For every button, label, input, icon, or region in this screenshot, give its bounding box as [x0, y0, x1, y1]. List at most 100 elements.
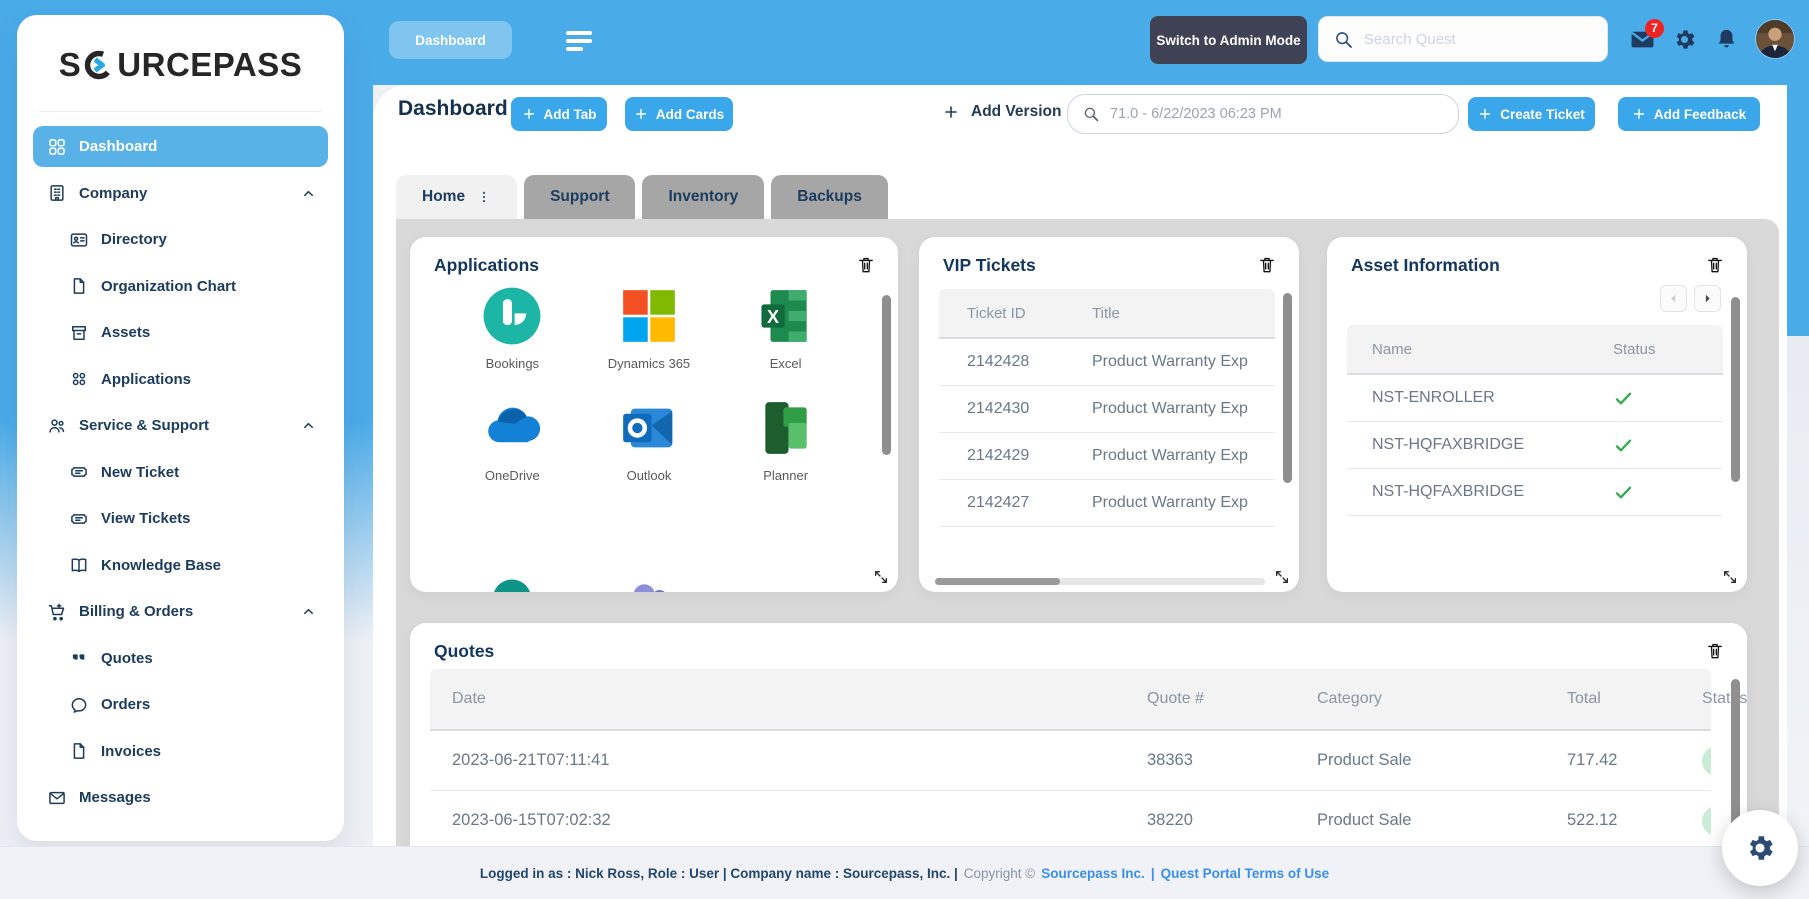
mail-icon[interactable]: 7 [1630, 18, 1664, 52]
page-prev-button[interactable] [1660, 285, 1687, 312]
dashboard-tab[interactable]: Support [524, 175, 636, 219]
switch-admin-mode-button[interactable]: Switch to Admin Mode [1150, 16, 1307, 64]
trash-icon[interactable] [856, 255, 876, 275]
dashboard-tab[interactable]: Inventory [642, 175, 765, 219]
quotes-table: Date Quote # Category Total Status 2023-… [430, 669, 1747, 846]
dashboard-tab[interactable]: Home [396, 175, 518, 219]
quote-icon [69, 648, 89, 668]
app-tile[interactable]: Dynamics 365 [581, 285, 718, 371]
resize-handle-icon[interactable] [1274, 569, 1290, 585]
sidebar-item[interactable]: Orders [33, 684, 328, 725]
current-page-chip[interactable]: Dashboard [389, 21, 512, 59]
table-row[interactable]: NST-HQFAXBRIDGE [1347, 422, 1723, 469]
sidebar-item-label: Service & Support [79, 417, 210, 434]
asset-information-card: Asset Information Name Status NST-ENROLL… [1327, 237, 1747, 592]
table-row[interactable]: 2142427 Product Warranty Exp [939, 480, 1275, 527]
vertical-scrollbar[interactable] [1283, 293, 1292, 483]
sidebar-item[interactable]: Service & Support [33, 405, 328, 446]
version-search-input[interactable] [1110, 106, 1444, 122]
resize-handle-icon[interactable] [873, 569, 889, 585]
tab-label: Inventory [668, 188, 739, 205]
teal-app-icon[interactable] [489, 568, 535, 592]
col-status: Status [1613, 340, 1656, 358]
page-next-button[interactable] [1694, 285, 1721, 312]
table-row[interactable]: 2142430 Product Warranty Exp [939, 386, 1275, 433]
page-icon [69, 741, 89, 761]
add-cards-button[interactable]: Add Cards [625, 97, 733, 131]
settings-fab[interactable] [1722, 810, 1798, 886]
app-tile[interactable]: OneDrive [444, 397, 581, 483]
col-category: Category [1317, 690, 1382, 707]
user-avatar[interactable] [1756, 20, 1794, 58]
app-tile[interactable]: Planner [717, 397, 854, 483]
add-feedback-button[interactable]: Add Feedback [1618, 97, 1760, 131]
red-app-icon[interactable] [763, 568, 809, 592]
table-row[interactable]: 2142429 Product Warranty Exp [939, 433, 1275, 480]
global-search-input[interactable] [1364, 30, 1593, 48]
table-row[interactable]: 2142428 Product Warranty Exp [939, 339, 1275, 386]
app-tile[interactable]: Bookings [444, 285, 581, 371]
vertical-scrollbar[interactable] [1731, 297, 1740, 482]
footer-segment[interactable]: Quest Portal Terms of Use [1161, 866, 1330, 881]
version-search[interactable] [1067, 94, 1459, 134]
sidebar-item[interactable]: Assets [33, 312, 328, 353]
sidebar-item[interactable]: New Ticket [33, 452, 328, 493]
vertical-scrollbar[interactable] [882, 295, 891, 455]
vip-tickets-card: VIP Tickets Ticket ID Title 2142428 Prod… [919, 237, 1299, 592]
footer-segment[interactable]: Sourcepass Inc. [1041, 866, 1145, 881]
horizontal-scrollbar[interactable] [935, 578, 1265, 585]
gear-icon[interactable] [1672, 27, 1697, 52]
sidebar-item[interactable]: Dashboard [33, 126, 328, 167]
check-icon [1613, 435, 1634, 456]
trash-icon[interactable] [1705, 641, 1725, 661]
menu-toggle-icon[interactable] [566, 31, 594, 53]
chevron-up-icon[interactable] [301, 604, 316, 619]
purple-app-icon[interactable] [626, 568, 672, 592]
create-ticket-button[interactable]: Create Ticket [1468, 97, 1595, 131]
directory-icon [69, 230, 89, 250]
sidebar-item-label: Messages [79, 789, 151, 806]
trash-icon[interactable] [1257, 255, 1277, 275]
sidebar-item[interactable]: Billing & Orders [33, 591, 328, 632]
global-search[interactable] [1318, 16, 1608, 62]
table-header-row: Ticket ID Title [939, 289, 1275, 339]
check-icon [1613, 482, 1634, 503]
sidebar-item-label: Applications [101, 370, 192, 388]
sidebar-item[interactable]: Messages [33, 777, 328, 818]
sidebar-item[interactable]: Organization Chart [33, 266, 328, 307]
table-row[interactable]: NST-ENROLLER [1347, 375, 1723, 422]
page-scrollbar-thumb[interactable] [1787, 85, 1809, 336]
footer-segment[interactable]: Copyright © [964, 866, 1035, 881]
bell-icon[interactable] [1714, 27, 1739, 52]
sidebar-item[interactable]: View Tickets [33, 498, 328, 539]
quote-date-cell: 2023-06-21T07:11:41 [452, 751, 610, 769]
applications-icon [69, 369, 89, 389]
mail-badge: 7 [1645, 18, 1664, 38]
sidebar-item[interactable]: Directory [33, 219, 328, 260]
add-tab-button[interactable]: Add Tab [511, 97, 607, 131]
table-row[interactable]: NST-HQFAXBRIDGE [1347, 469, 1723, 516]
trash-icon[interactable] [1705, 255, 1725, 275]
footer-segment[interactable]: | [1151, 866, 1155, 881]
chevron-up-icon[interactable] [301, 186, 316, 201]
sidebar-item[interactable]: Company [33, 173, 328, 214]
footer-segment[interactable]: Logged in as : Nick Ross, Role : User | … [480, 866, 958, 881]
page-scrollbar[interactable] [1787, 85, 1809, 899]
kebab-menu-icon[interactable] [477, 189, 491, 205]
app-tile[interactable]: X Excel [717, 285, 854, 371]
dashboard-tab[interactable]: Backups [771, 175, 888, 219]
envelope-icon [47, 788, 67, 808]
sidebar-item[interactable]: Knowledge Base [33, 545, 328, 586]
table-row[interactable]: 2023-06-15T07:02:32 38220 Product Sale 5… [430, 791, 1711, 846]
sidebar-item-label: Assets [101, 324, 151, 341]
table-row[interactable]: 2023-06-21T07:11:41 38363 Product Sale 7… [430, 731, 1711, 791]
table-header-row: Name Status [1347, 325, 1723, 375]
resize-handle-icon[interactable] [1722, 569, 1738, 585]
sidebar-item[interactable]: Invoices [33, 731, 328, 772]
chevron-up-icon[interactable] [301, 418, 316, 433]
sidebar-item[interactable]: Applications [33, 359, 328, 400]
ticket-id-cell: 2142427 [967, 494, 1030, 511]
sidebar-item[interactable]: Quotes [33, 638, 328, 679]
app-tile[interactable]: Outlook [581, 397, 718, 483]
add-version-button[interactable]: Add Version [943, 103, 1061, 121]
